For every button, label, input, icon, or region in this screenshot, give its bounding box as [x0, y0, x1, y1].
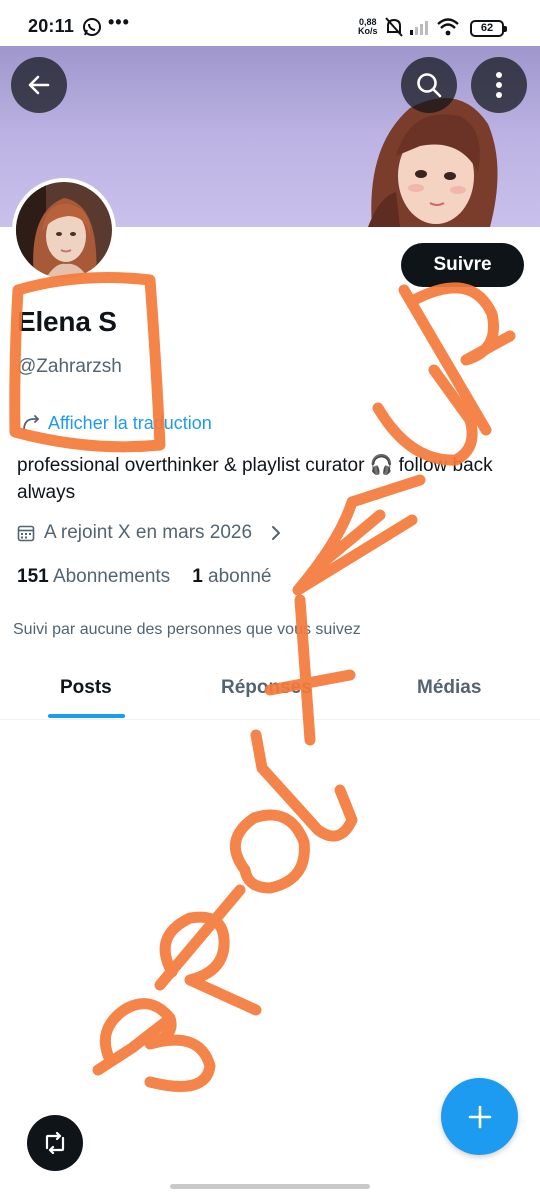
active-tab-indicator — [48, 714, 125, 718]
profile-bio: professional overthinker & playlist cura… — [17, 455, 493, 503]
status-time: 20:11 — [28, 16, 75, 36]
chevron-right-icon — [272, 526, 281, 540]
following-count: 151 — [17, 566, 49, 587]
tab-posts[interactable]: Posts — [60, 677, 112, 699]
status-icons — [384, 16, 466, 38]
followers-stat[interactable]: 1 abonné — [192, 566, 271, 588]
bell-muted-icon — [385, 17, 403, 37]
profile-name: Elena S — [17, 306, 117, 337]
followers-label: abonné — [208, 566, 272, 587]
translate-label[interactable]: Afficher la traduction — [48, 413, 212, 434]
translate-icon — [23, 414, 40, 431]
joined-date[interactable]: A rejoint X en mars 2026 — [17, 522, 281, 544]
more-vertical-icon — [496, 72, 502, 98]
plus-icon — [468, 1105, 491, 1128]
whatsapp-icon — [82, 17, 102, 37]
notification-dots: ••• — [108, 12, 130, 32]
following-stat[interactable]: 151 Abonnements — [17, 566, 170, 588]
signal-icon — [410, 21, 428, 35]
compose-button[interactable] — [441, 1078, 518, 1155]
repost-button[interactable] — [27, 1115, 83, 1171]
search-button[interactable] — [401, 57, 457, 113]
back-button[interactable] — [11, 57, 67, 113]
home-indicator[interactable] — [170, 1184, 370, 1189]
followed-by-text: Suivi par aucune des personnes que vous … — [13, 621, 361, 638]
translate-link[interactable]: Afficher la traduction — [22, 413, 212, 434]
profile-handle: @Zahrarzsh — [17, 356, 122, 377]
tab-media[interactable]: Médias — [417, 677, 481, 699]
arrow-left-icon — [28, 75, 50, 95]
search-icon — [417, 73, 442, 98]
wifi-icon — [437, 18, 459, 36]
avatar-image — [16, 182, 112, 278]
repost-icon — [45, 1132, 65, 1154]
tab-replies[interactable]: Réponses — [221, 677, 312, 699]
profile-tabs: Posts Réponses Médias — [0, 660, 540, 720]
speed-unit: Ko/s — [358, 26, 378, 36]
joined-label: A rejoint X en mars 2026 — [44, 522, 253, 543]
battery-icon: 62 — [470, 20, 507, 37]
network-speed: 0,88 Ko/s — [358, 18, 378, 36]
followers-count: 1 — [192, 566, 203, 587]
following-label: Abonnements — [52, 566, 171, 587]
status-bar: 20:11 ••• 0,88 Ko/s 62 — [0, 0, 540, 46]
calendar-icon — [17, 525, 35, 542]
avatar[interactable] — [12, 178, 116, 282]
more-button[interactable] — [471, 57, 527, 113]
follow-stats: 151 Abonnements 1 abonné — [17, 566, 271, 588]
follow-button[interactable]: Suivre — [401, 243, 524, 287]
